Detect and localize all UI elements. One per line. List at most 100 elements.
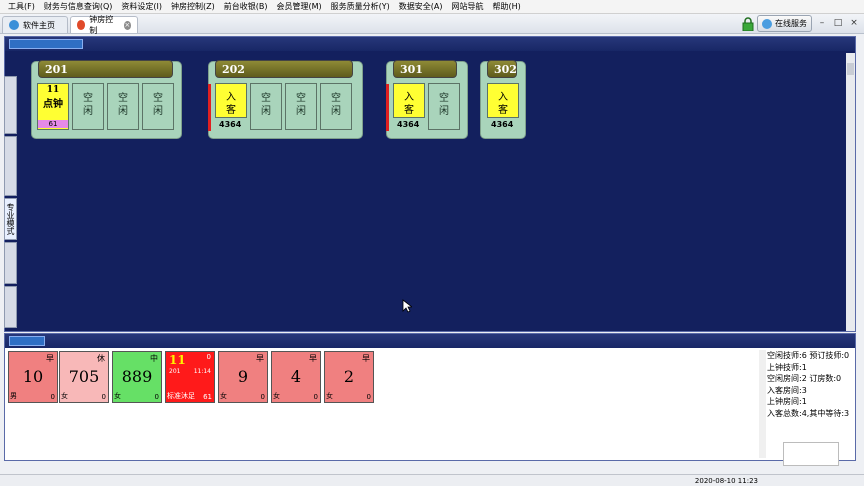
tech-status: 0 <box>206 353 211 361</box>
window-close-icon[interactable]: × <box>848 17 860 29</box>
bed-state: 空 <box>153 93 163 104</box>
status-bar: 2020-08-10 11:23 <box>0 474 864 486</box>
bed-state: 客 <box>226 105 236 116</box>
bed-state: 客 <box>404 105 414 116</box>
room-scrollbar[interactable] <box>846 53 855 331</box>
bed-202-2[interactable]: 空闲 <box>250 83 282 130</box>
tech-count: 0 <box>260 393 265 401</box>
tech-card-11[interactable]: 11 0 201 11:14 标准沐足 61 <box>165 351 215 403</box>
bed-state: 闲 <box>439 106 449 117</box>
tech-toolbar <box>5 334 855 348</box>
vtab-easy-mode[interactable] <box>4 242 17 284</box>
menu-tools[interactable]: 工具(F) <box>8 0 35 14</box>
bed-state: 客 <box>498 105 508 116</box>
room-card-301[interactable]: 301 入客 4364 空闲 <box>386 60 468 139</box>
tab-home[interactable]: 软件主页 <box>2 16 68 33</box>
tab-strip: 软件主页 钟房控制 × 在线服务 – □ × <box>0 14 864 35</box>
bed-state: 入 <box>226 92 236 103</box>
tech-status: 早 <box>309 354 317 363</box>
bed-state: 空 <box>439 93 449 104</box>
bed-state: 闲 <box>153 106 163 117</box>
bed-state: 空 <box>83 93 93 104</box>
bed-301-2[interactable]: 空闲 <box>428 83 460 130</box>
menu-finance-query[interactable]: 财务与信息查询(Q) <box>44 0 113 14</box>
tab-room-control[interactable]: 钟房控制 × <box>70 15 138 35</box>
vtab-room-mode[interactable] <box>4 286 17 328</box>
tech-number: 10 <box>22 367 44 386</box>
menu-data-settings[interactable]: 资料设定(I) <box>121 0 162 14</box>
mouse-cursor-icon <box>402 299 412 313</box>
stat-line: 空闲房间:2 订房数:0 <box>767 374 842 383</box>
online-service-label: 在线服务 <box>775 19 807 28</box>
tech-number: 2 <box>343 367 355 386</box>
tech-scrollbar[interactable] <box>759 350 766 458</box>
menu-room-control[interactable]: 钟房控制(Z) <box>171 0 215 14</box>
app-window: 工具(F) 财务与信息查询(Q) 资料设定(I) 钟房控制(Z) 前台收银(B)… <box>0 0 864 486</box>
online-service-button[interactable]: 在线服务 <box>757 15 812 32</box>
menu-service-analysis[interactable]: 服务质量分析(Y) <box>331 0 390 14</box>
room-toolbar-title <box>9 39 83 49</box>
menu-member-management[interactable]: 会员管理(M) <box>276 0 321 14</box>
menu-website-nav[interactable]: 网站导航 <box>451 0 483 14</box>
bed-301-1[interactable]: 入客 <box>393 83 425 118</box>
tech-number: 4 <box>290 367 302 386</box>
bed-302-1[interactable]: 入客 <box>487 83 519 118</box>
vtab-show-consumption[interactable] <box>4 76 17 134</box>
tech-gender: 女 <box>326 392 333 400</box>
bed-state: 空 <box>261 93 271 104</box>
tech-count: 0 <box>366 393 371 401</box>
bed-202-3[interactable]: 空闲 <box>285 83 317 130</box>
tech-card-10[interactable]: 早 10 男 0 <box>8 351 58 403</box>
tech-card-2[interactable]: 早 2 女 0 <box>324 351 374 403</box>
room-card-201[interactable]: 201 11 点钟 61 空闲 空闲 空闲 <box>31 60 182 139</box>
bed-state: 空 <box>296 93 306 104</box>
tech-status: 休 <box>97 354 105 363</box>
scroll-thumb[interactable] <box>847 63 854 75</box>
bed-202-1[interactable]: 入客 <box>215 83 247 118</box>
tech-card-705[interactable]: 休 705 女 0 <box>59 351 109 403</box>
vtab-pro-mode[interactable]: 专业模式 <box>4 198 17 240</box>
network-popup <box>783 442 839 466</box>
stat-line: 上钟房间:1 <box>767 397 807 406</box>
tech-count: 0 <box>154 393 159 401</box>
status-clock: 2020-08-10 11:23 <box>694 477 758 485</box>
tech-count: 0 <box>50 393 55 401</box>
bed-201-3[interactable]: 空闲 <box>107 83 139 130</box>
room-card-202[interactable]: 202 入客 4364 空闲 空闲 空闲 <box>208 60 363 139</box>
room-name: 201 <box>38 60 173 78</box>
room-toolbar <box>5 37 855 51</box>
lock-icon[interactable] <box>742 17 754 31</box>
bed-202-4[interactable]: 空闲 <box>320 83 352 130</box>
vtab-show-all-bills[interactable] <box>4 136 17 196</box>
tech-filter-items <box>49 334 168 348</box>
stat-line: 上钟技师:1 <box>767 362 807 372</box>
bed-201-2[interactable]: 空闲 <box>72 83 104 130</box>
room-panel: 201 11 点钟 61 空闲 空闲 空闲 202 入客 4364 空 闲 空 … <box>4 36 856 332</box>
close-icon[interactable]: × <box>123 20 131 30</box>
bed-201-4[interactable]: 空闲 <box>142 83 174 130</box>
room-toolbar-items <box>760 37 851 51</box>
bed-state: 闲 <box>261 106 271 117</box>
menu-help[interactable]: 帮助(H) <box>492 0 520 14</box>
menu-data-security[interactable]: 数据安全(A) <box>399 0 443 14</box>
tech-nav-items <box>818 334 853 348</box>
tech-toolbar-title <box>9 336 45 346</box>
tech-gender: 女 <box>61 392 68 400</box>
maximize-icon[interactable]: □ <box>832 17 844 29</box>
occupied-marker <box>208 84 211 131</box>
room-card-302[interactable]: 302 入客 4364 <box>480 60 526 139</box>
tech-number: 889 <box>121 367 153 386</box>
tech-time: 11:14 <box>193 368 211 375</box>
minimize-icon[interactable]: – <box>816 17 828 29</box>
tech-gender: 女 <box>220 392 227 400</box>
tech-card-4[interactable]: 早 4 女 0 <box>271 351 321 403</box>
room-control-icon <box>77 20 86 30</box>
tech-gender: 女 <box>114 392 121 400</box>
tech-card-889[interactable]: 中 889 女 0 <box>112 351 162 403</box>
bed-201-1[interactable]: 11 点钟 61 <box>37 83 69 130</box>
room-code: 4364 <box>491 120 514 129</box>
tech-card-9[interactable]: 早 9 女 0 <box>218 351 268 403</box>
technician-panel: 早 10 男 0 休 705 女 0 中 889 女 0 11 0 201 11… <box>4 333 856 461</box>
tech-number: 705 <box>68 367 100 386</box>
menu-front-desk[interactable]: 前台收银(B) <box>224 0 268 14</box>
